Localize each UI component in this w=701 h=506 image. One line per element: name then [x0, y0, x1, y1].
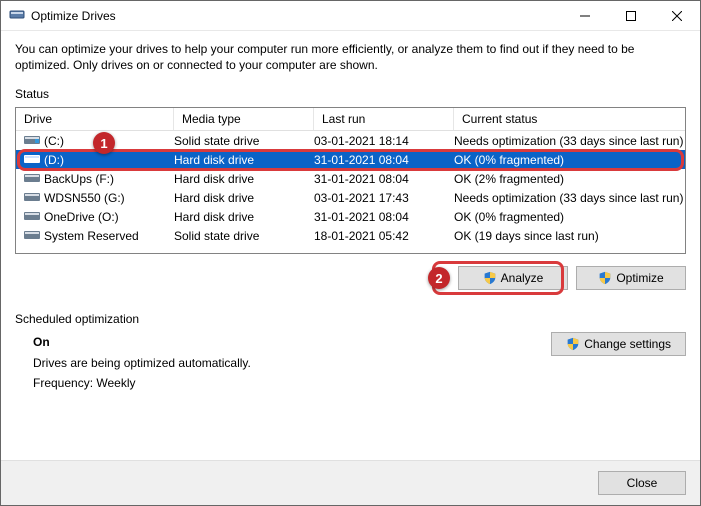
table-header: Drive Media type Last run Current status	[16, 108, 685, 131]
titlebar: Optimize Drives	[1, 1, 700, 31]
table-row[interactable]: System Reserved Solid state drive18-01-20…	[16, 226, 685, 245]
close-button[interactable]	[654, 1, 700, 31]
current-status: OK (0% fragmented)	[454, 153, 685, 167]
th-drive[interactable]: Drive	[16, 108, 174, 130]
scheduled-label: Scheduled optimization	[15, 312, 686, 326]
media-type: Hard disk drive	[174, 191, 314, 205]
media-type: Hard disk drive	[174, 153, 314, 167]
drive-icon	[24, 152, 40, 167]
th-status[interactable]: Current status	[454, 108, 685, 130]
table-row[interactable]: (C:) Solid state drive03-01-2021 18:14Nee…	[16, 131, 685, 150]
current-status: OK (2% fragmented)	[454, 172, 685, 186]
drive-name: (D:)	[44, 153, 64, 167]
last-run: 31-01-2021 08:04	[314, 172, 454, 186]
drive-icon	[24, 209, 40, 224]
dialog-footer: Close	[1, 460, 700, 505]
change-settings-label: Change settings	[584, 337, 671, 351]
drive-name: System Reserved	[44, 229, 139, 243]
change-settings-button[interactable]: Change settings	[551, 332, 686, 356]
drive-name: OneDrive (O:)	[44, 210, 119, 224]
drive-icon	[24, 228, 40, 243]
shield-icon	[566, 337, 580, 351]
close-dialog-button[interactable]: Close	[598, 471, 686, 495]
media-type: Hard disk drive	[174, 210, 314, 224]
annotation-marker-2: 2	[428, 267, 450, 289]
close-label: Close	[627, 476, 658, 490]
current-status: Needs optimization (33 days since last r…	[454, 191, 685, 205]
action-buttons: 2 Analyze Optimize	[15, 266, 686, 290]
scheduled-state: On	[33, 332, 551, 352]
drive-name: (C:)	[44, 134, 64, 148]
table-row[interactable]: (D:) Hard disk drive31-01-2021 08:04OK (0…	[16, 150, 685, 169]
app-icon	[9, 6, 25, 25]
drive-icon	[24, 133, 40, 148]
analyze-button[interactable]: Analyze	[458, 266, 568, 290]
current-status: OK (19 days since last run)	[454, 229, 685, 243]
minimize-button[interactable]	[562, 1, 608, 31]
drive-name: BackUps (F:)	[44, 172, 114, 186]
scheduled-desc: Drives are being optimized automatically…	[33, 353, 551, 373]
last-run: 03-01-2021 18:14	[314, 134, 454, 148]
status-label: Status	[15, 87, 686, 101]
scheduled-section: Scheduled optimization On Drives are bei…	[15, 312, 686, 393]
shield-icon	[598, 271, 612, 285]
optimize-button[interactable]: Optimize	[576, 266, 686, 290]
media-type: Solid state drive	[174, 134, 314, 148]
optimize-label: Optimize	[616, 271, 663, 285]
intro-text: You can optimize your drives to help you…	[15, 41, 686, 73]
media-type: Solid state drive	[174, 229, 314, 243]
drive-name: WDSN550 (G:)	[44, 191, 125, 205]
last-run: 31-01-2021 08:04	[314, 210, 454, 224]
maximize-button[interactable]	[608, 1, 654, 31]
th-last[interactable]: Last run	[314, 108, 454, 130]
drive-icon	[24, 171, 40, 186]
table-row[interactable]: OneDrive (O:) Hard disk drive31-01-2021 0…	[16, 207, 685, 226]
shield-icon	[483, 271, 497, 285]
table-row[interactable]: WDSN550 (G:) Hard disk drive03-01-2021 17…	[16, 188, 685, 207]
drive-icon	[24, 190, 40, 205]
last-run: 03-01-2021 17:43	[314, 191, 454, 205]
table-row[interactable]: BackUps (F:) Hard disk drive31-01-2021 08…	[16, 169, 685, 188]
window-title: Optimize Drives	[31, 9, 562, 23]
analyze-label: Analyze	[501, 271, 544, 285]
media-type: Hard disk drive	[174, 172, 314, 186]
scheduled-freq: Frequency: Weekly	[33, 373, 551, 393]
current-status: Needs optimization (33 days since last r…	[454, 134, 685, 148]
last-run: 31-01-2021 08:04	[314, 153, 454, 167]
current-status: OK (0% fragmented)	[454, 210, 685, 224]
th-media[interactable]: Media type	[174, 108, 314, 130]
last-run: 18-01-2021 05:42	[314, 229, 454, 243]
drives-table: Drive Media type Last run Current status…	[15, 107, 686, 254]
